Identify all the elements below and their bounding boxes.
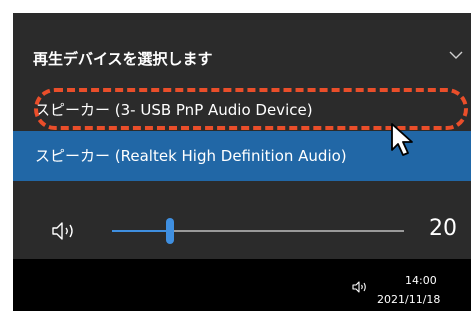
device-option-label: スピーカー (3- USB PnP Audio Device)	[35, 101, 313, 119]
clock-date: 2021/11/18	[377, 293, 441, 306]
flyout-title: 再生デバイスを選択します	[33, 50, 213, 68]
speaker-icon[interactable]	[51, 220, 79, 242]
device-option-label: スピーカー (Realtek High Definition Audio)	[35, 147, 347, 165]
volume-value: 20	[429, 216, 457, 241]
tray-speaker-icon[interactable]	[352, 280, 368, 294]
volume-slider-fill	[112, 230, 166, 232]
chevron-down-icon[interactable]	[449, 50, 463, 60]
clock-time: 14:00	[405, 274, 437, 287]
volume-slider-track	[174, 230, 404, 232]
audio-device-flyout: 再生デバイスを選択します スピーカー (3- USB PnP Audio Dev…	[13, 13, 471, 259]
volume-slider[interactable]	[112, 217, 404, 245]
mouse-cursor-icon	[391, 123, 413, 156]
volume-slider-thumb[interactable]	[166, 218, 174, 244]
taskbar: 14:00 2021/11/18	[13, 259, 471, 311]
screenshot-frame: 再生デバイスを選択します スピーカー (3- USB PnP Audio Dev…	[13, 13, 471, 311]
